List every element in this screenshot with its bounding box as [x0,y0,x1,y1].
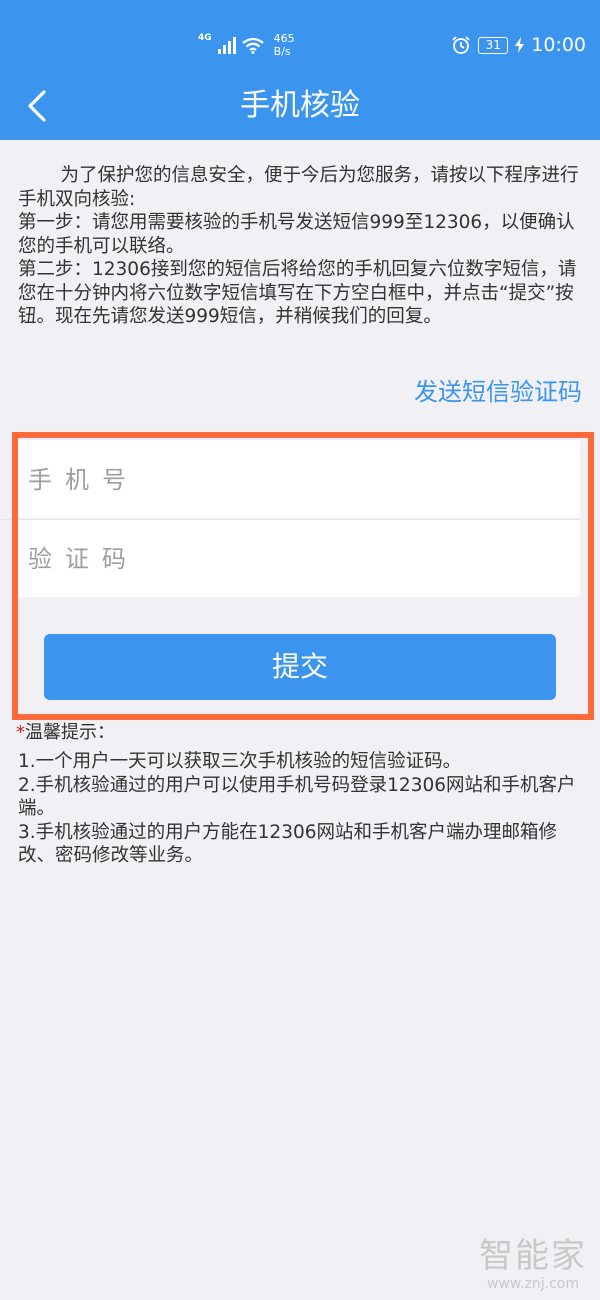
speed-unit: B/s [273,45,291,58]
submit-button[interactable]: 提交 [44,634,556,700]
battery-icon: 31 [478,36,509,54]
tip-item: 3.手机核验通过的用户方能在12306网站和手机客户端办理邮箱修改、密码修改等业… [18,821,558,867]
phone-field-row [12,440,580,520]
step-two: 第二步：12306接到您的短信后将给您的手机回复六位数字短信，请您在十分钟内将六… [18,259,577,327]
intro-paragraph: 为了保护您的信息安全，便于今后为您服务，请按以下程序进行手机双向核验: [18,165,579,210]
watermark-logo: 智能家 [479,1236,587,1276]
code-input[interactable] [26,519,570,599]
network-speed: 465 B/s [274,32,295,58]
charging-icon [515,37,525,53]
phone-input[interactable] [26,440,570,520]
wifi-icon [241,37,264,54]
verification-instructions: 为了保护您的信息安全，便于今后为您服务，请按以下程序进行手机双向核验: 第一步：… [18,164,586,329]
status-bar-right: 31 10:00 [451,32,586,58]
watermark: 智能家 www.znj.com [478,1236,588,1292]
tip-item: 2.手机核验通过的用户可以使用手机号码登录12306网站和手机客户端。 [18,774,576,820]
page-title: 手机核验 [240,88,360,123]
field-divider [0,519,580,520]
required-star: * [16,722,25,743]
status-bar-network: 4G 465 B/s [198,30,295,60]
tip-item: 1.一个用户一天可以获取三次手机核验的短信验证码。 [18,751,462,772]
send-sms-code-link[interactable]: 发送短信验证码 [414,372,582,407]
watermark-url: www.znj.com [487,1276,579,1292]
speed-value: 465 [273,32,295,45]
code-field-row [12,519,580,599]
tips-list: 1.一个用户一天可以获取三次手机核验的短信验证码。 2.手机核验通过的用户可以使… [18,750,586,868]
network-type: 4G [198,33,212,43]
clock: 10:00 [531,34,586,56]
step-one: 第一步：请您用需要核验的手机号发送短信999至12306，以便确认您的手机可以联… [18,212,575,257]
tips-heading: 温馨提示： [25,722,115,743]
verification-form: 提交 [12,432,594,714]
alarm-icon [452,36,470,54]
tips-title: *温馨提示： [16,718,115,744]
app-header: 4G 465 B/s 31 10:00 手机核验 [0,0,600,140]
signal-icon [217,36,236,54]
